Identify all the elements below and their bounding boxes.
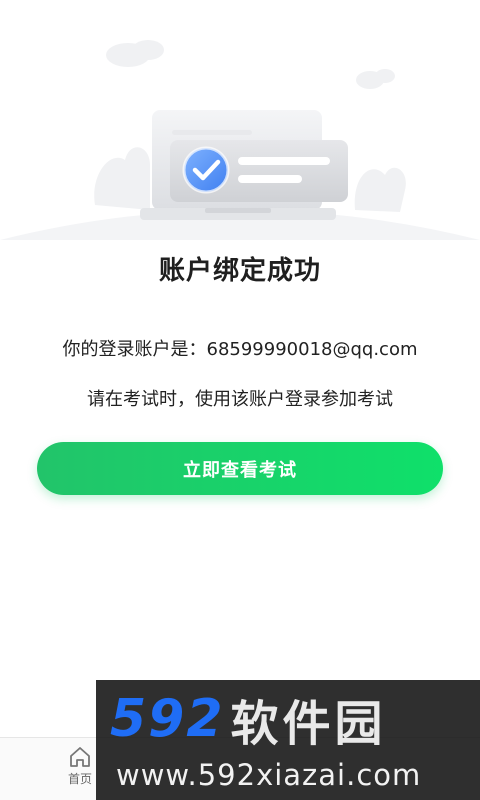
watermark-logo: 592 软件园 (110, 689, 387, 752)
account-info-text: 你的登录账户是：68599990018@qq.com (62, 339, 418, 360)
check-circle-icon (182, 146, 230, 194)
site-watermark: 592 软件园 www.592xiazai.com (96, 680, 480, 800)
success-illustration (0, 40, 480, 240)
view-exam-button-label: 立即查看考试 (183, 459, 297, 481)
watermark-brand-text: 软件园 (230, 696, 387, 752)
tab-home-label: 首页 (67, 772, 92, 786)
home-icon (70, 747, 90, 767)
watermark-digits: 592 (110, 689, 225, 749)
watermark-url: www.592xiazai.com (116, 758, 422, 792)
view-exam-button[interactable]: 立即查看考试 (37, 442, 443, 495)
exam-hint-text: 请在考试时，使用该账户登录参加考试 (87, 389, 393, 410)
success-title: 账户绑定成功 (158, 256, 321, 286)
